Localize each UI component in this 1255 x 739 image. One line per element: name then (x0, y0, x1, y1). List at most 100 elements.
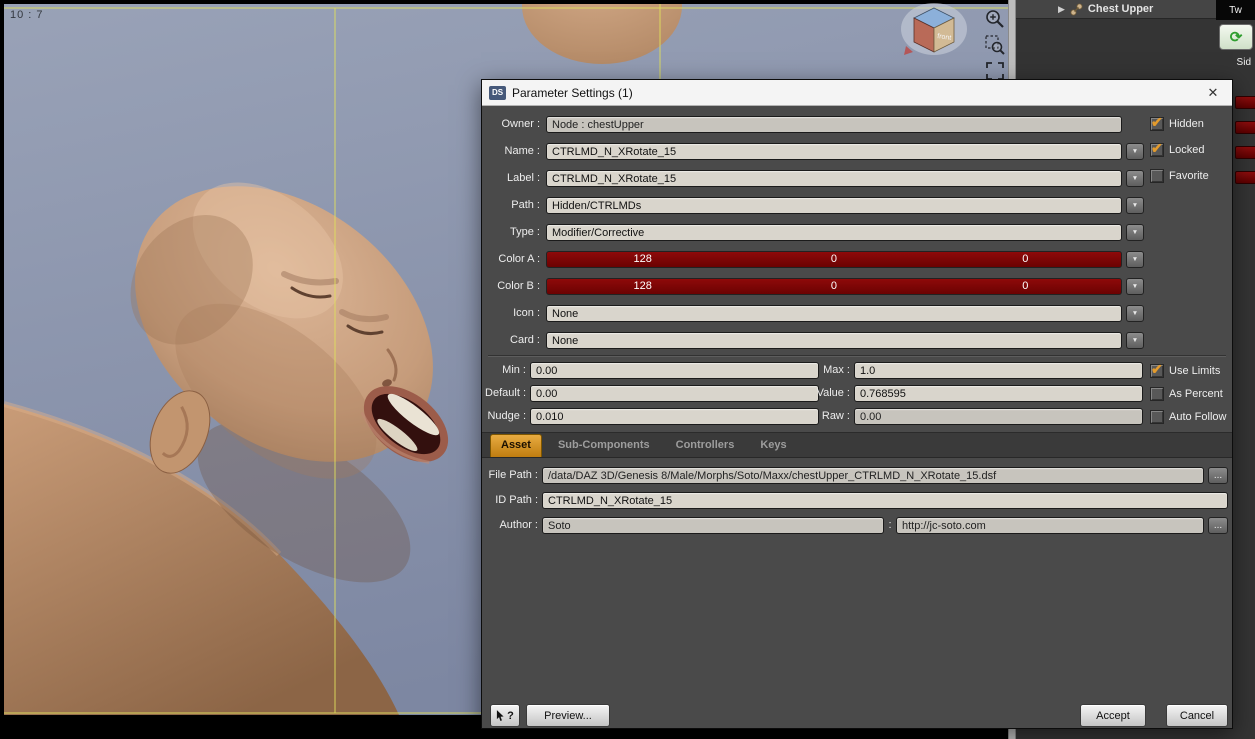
bone-icon (1070, 3, 1083, 15)
hidden-checkbox[interactable]: ✔ (1150, 114, 1164, 131)
icon-label: Icon : (513, 307, 540, 319)
use-limits-checkbox-label: Use Limits (1169, 365, 1221, 377)
auto-follow-checkbox-label: Auto Follow (1169, 411, 1227, 423)
default-field[interactable] (530, 385, 819, 402)
path-field[interactable] (546, 197, 1122, 214)
type-dropdown-button[interactable]: ▼ (1126, 224, 1144, 241)
color-b-dropdown-button[interactable]: ▼ (1126, 278, 1144, 295)
icon-field[interactable] (546, 305, 1122, 322)
id-path-field[interactable] (542, 492, 1228, 509)
parameter-group-header[interactable]: ▶ Chest Upper (1016, 0, 1216, 19)
parameter-group-label: Chest Upper (1087, 3, 1154, 15)
tab-controllers[interactable]: Controllers (666, 434, 745, 457)
check-icon: ✔ (1151, 140, 1163, 156)
tab-sub-components[interactable]: Sub-Components (548, 434, 660, 457)
color-a-swatch[interactable]: 128 0 0 (546, 251, 1122, 268)
color-a-green: 0 (830, 253, 838, 265)
tab-keys[interactable]: Keys (750, 434, 796, 457)
view-cube-gizmo[interactable]: front (898, 2, 968, 60)
locked-checkbox-row: ✔ Locked (1150, 140, 1205, 157)
dialog-title: Parameter Settings (1) (512, 85, 633, 100)
card-field[interactable] (546, 332, 1122, 349)
file-path-field[interactable] (542, 467, 1204, 484)
color-b-red: 128 (633, 280, 652, 292)
preview-button[interactable]: Preview... (526, 704, 610, 727)
hidden-checkbox-label: Hidden (1169, 118, 1204, 130)
label-field[interactable] (546, 170, 1122, 187)
use-limits-checkbox[interactable]: ✔ (1150, 361, 1164, 378)
default-label: Default : (485, 387, 526, 399)
as-percent-checkbox-label: As Percent (1169, 388, 1223, 400)
value-field[interactable] (854, 385, 1143, 402)
expander-icon[interactable]: ▶ (1058, 4, 1065, 14)
nudge-label: Nudge : (487, 410, 526, 422)
side-tab-top[interactable]: Tw (1216, 0, 1255, 20)
parameter-settings-dialog: DS Parameter Settings (1) ✕ Owner : Name… (481, 79, 1233, 729)
color-b-swatch[interactable]: 128 0 0 (546, 278, 1122, 295)
favorite-checkbox-row: ✔ Favorite (1150, 169, 1209, 183)
author-browse-button[interactable]: ... (1208, 517, 1228, 534)
daz-studio-icon: DS (489, 85, 506, 100)
sync-icon: ⟳ (1229, 28, 1243, 46)
as-percent-checkbox[interactable]: ✔ (1150, 387, 1164, 401)
file-path-browse-button[interactable]: ... (1208, 467, 1228, 484)
refresh-button[interactable]: ⟳ (1219, 24, 1253, 50)
name-field[interactable] (546, 143, 1122, 160)
dialog-tab-bar: Asset Sub-Components Controllers Keys (482, 432, 1232, 458)
label-label: Label : (506, 172, 540, 184)
type-field[interactable] (546, 224, 1122, 241)
parameter-slider[interactable] (1235, 121, 1255, 134)
zoom-in-icon[interactable] (984, 8, 1006, 30)
hidden-checkbox-row: ✔ Hidden (1150, 114, 1204, 131)
min-label: Min : (502, 364, 526, 376)
cursor-icon (497, 709, 504, 721)
card-dropdown-button[interactable]: ▼ (1126, 332, 1144, 349)
type-label: Type : (510, 226, 540, 238)
color-b-blue: 0 (1022, 280, 1029, 292)
raw-field (854, 408, 1143, 425)
color-a-blue: 0 (1022, 253, 1029, 265)
color-b-green: 0 (830, 280, 838, 292)
marquee-zoom-icon[interactable] (984, 34, 1006, 56)
max-field[interactable] (854, 362, 1143, 379)
author-name-field[interactable] (542, 517, 884, 534)
owner-label: Owner : (501, 118, 540, 130)
tab-asset[interactable]: Asset (490, 434, 542, 457)
card-label: Card : (510, 334, 540, 346)
name-dropdown-button[interactable]: ▼ (1126, 143, 1144, 160)
nudge-field[interactable] (530, 408, 819, 425)
author-separator: : (888, 519, 892, 531)
min-field[interactable] (530, 362, 819, 379)
whats-this-help-button[interactable]: ? (490, 704, 520, 727)
locked-checkbox[interactable]: ✔ (1150, 140, 1164, 157)
aspect-ratio-label: 10 : 7 (10, 9, 44, 21)
author-url-field[interactable] (896, 517, 1204, 534)
raw-label: Raw : (821, 410, 850, 422)
name-label: Name : (504, 145, 540, 157)
auto-follow-checkbox[interactable]: ✔ (1150, 410, 1164, 424)
dialog-titlebar[interactable]: DS Parameter Settings (1) ✕ (482, 80, 1232, 106)
section-divider (488, 355, 1226, 357)
parameter-slider[interactable] (1235, 146, 1255, 159)
value-label: Value : (816, 387, 850, 399)
locked-checkbox-label: Locked (1169, 144, 1205, 156)
accept-button[interactable]: Accept (1080, 704, 1146, 727)
close-icon[interactable]: ✕ (1201, 83, 1225, 103)
path-label: Path : (511, 199, 540, 211)
color-a-red: 128 (633, 253, 652, 265)
daz-studio-window: 10 : 7 front ▶ Chest Upper Tw ⟳ Sid DS P… (0, 0, 1255, 739)
owner-field (546, 116, 1122, 133)
author-label: Author : (499, 519, 538, 531)
path-dropdown-button[interactable]: ▼ (1126, 197, 1144, 214)
help-question-mark: ? (507, 709, 514, 722)
parameter-slider[interactable] (1235, 171, 1255, 184)
check-icon: ✔ (1151, 361, 1163, 377)
icon-dropdown-button[interactable]: ▼ (1126, 305, 1144, 322)
cancel-button[interactable]: Cancel (1166, 704, 1228, 727)
color-a-dropdown-button[interactable]: ▼ (1126, 251, 1144, 268)
label-dropdown-button[interactable]: ▼ (1126, 170, 1144, 187)
parameter-slider[interactable] (1235, 96, 1255, 109)
favorite-checkbox[interactable]: ✔ (1150, 169, 1164, 183)
as-percent-checkbox-row: ✔ As Percent (1150, 387, 1223, 401)
auto-follow-checkbox-row: ✔ Auto Follow (1150, 410, 1226, 424)
